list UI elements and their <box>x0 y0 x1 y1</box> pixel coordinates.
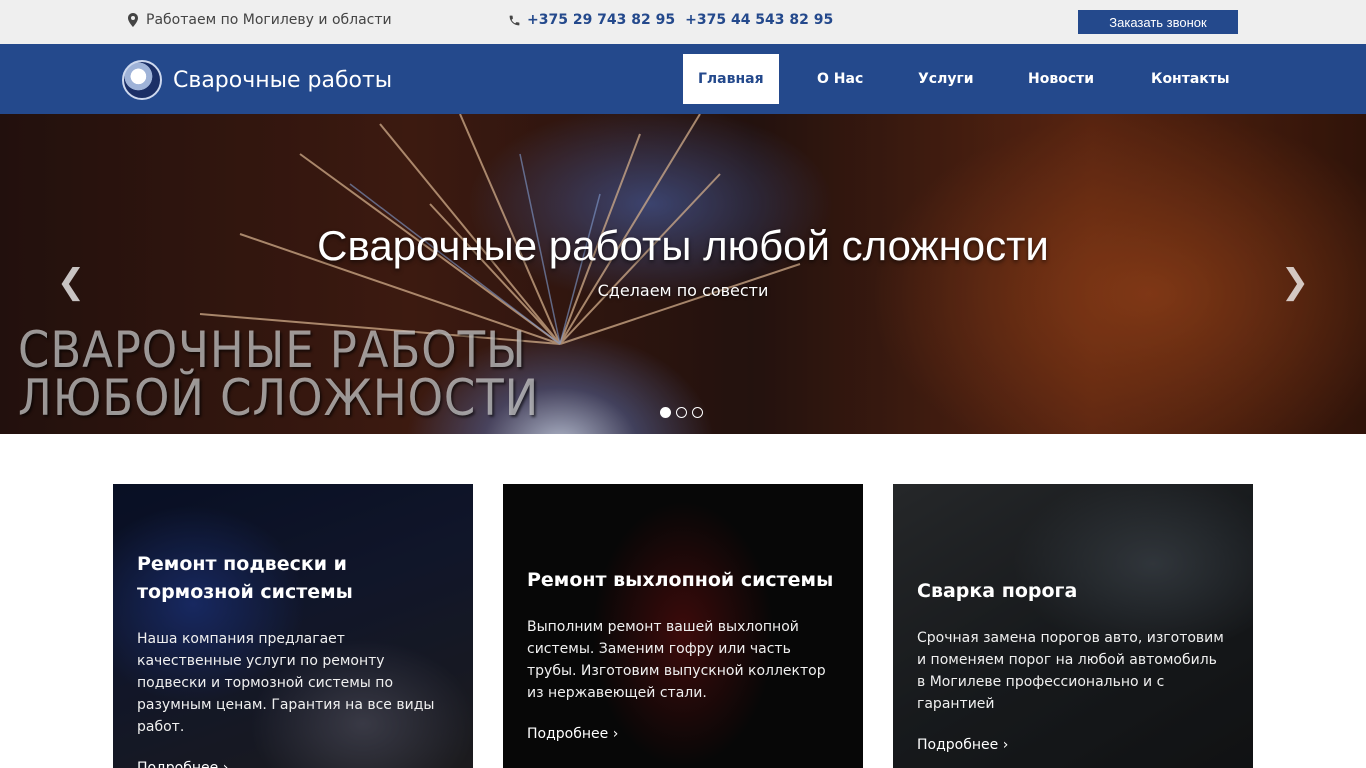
logo-text: Сварочные работы <box>173 67 393 93</box>
hero-image-caption: СВАРОЧНЫЕ РАБОТЫ ЛЮБОЙ СЛОЖНОСТИ <box>18 321 540 427</box>
card-text: Срочная замена порогов авто, изготовим и… <box>917 630 1224 712</box>
site-logo[interactable]: Сварочные работы <box>122 60 392 100</box>
top-bar: Работаем по Могилеву и области +375 29 7… <box>0 0 1366 44</box>
card-body: Ремонт выхлопной системы Выполним ремонт… <box>527 566 839 742</box>
slider-dot-2[interactable] <box>676 407 687 418</box>
main-navbar: Сварочные работы Главная О Нас Услуги Но… <box>0 44 1366 114</box>
slider-prev-arrow-icon[interactable]: ❮ <box>56 262 86 302</box>
service-card-exhaust: Ремонт выхлопной системы Выполним ремонт… <box>503 484 863 768</box>
hero-image-caption-line-1: СВАРОЧНЫЕ РАБОТЫ <box>18 321 527 379</box>
card-text: Выполним ремонт вашей выхлопной системы.… <box>527 619 826 701</box>
nav-item-news[interactable]: Новости <box>1013 54 1109 104</box>
welder-logo-icon <box>122 60 162 100</box>
phone-link-2[interactable]: +375 44 543 82 95 <box>685 12 833 28</box>
slider-next-arrow-icon[interactable]: ❯ <box>1280 262 1310 302</box>
nav-item-services[interactable]: Услуги <box>903 54 989 104</box>
hero-title: Сварочные работы любой сложности <box>317 222 1049 269</box>
hero-subtitle: Сделаем по совести <box>597 281 769 300</box>
nav-item-contacts[interactable]: Контакты <box>1136 54 1245 104</box>
hero-image-caption-line-2: ЛЮБОЙ СЛОЖНОСТИ <box>18 369 540 427</box>
slider-indicators <box>660 407 703 418</box>
slider-dot-1[interactable] <box>660 407 671 418</box>
map-pin-icon <box>128 13 138 27</box>
callback-button[interactable]: Заказать звонок <box>1078 10 1238 34</box>
card-more-link[interactable]: Подробнее › <box>917 737 1008 753</box>
card-body: Ремонт подвески и тормозной системы Наша… <box>137 550 449 768</box>
card-body: Сварка порога Срочная замена порогов авт… <box>917 577 1229 753</box>
card-title: Сварка порога <box>917 580 1078 602</box>
location-info: Работаем по Могилеву и области <box>128 12 392 28</box>
location-text: Работаем по Могилеву и области <box>146 12 392 28</box>
card-title: Ремонт выхлопной системы <box>527 569 834 591</box>
service-card-suspension: Ремонт подвески и тормозной системы Наша… <box>113 484 473 768</box>
hero-slider: СВАРОЧНЫЕ РАБОТЫ ЛЮБОЙ СЛОЖНОСТИ Сварочн… <box>0 114 1366 434</box>
card-more-link[interactable]: Подробнее › <box>137 760 228 768</box>
phone-link-1[interactable]: +375 29 743 82 95 <box>527 12 675 28</box>
service-card-threshold: Сварка порога Срочная замена порогов авт… <box>893 484 1253 768</box>
card-title: Ремонт подвески и тормозной системы <box>137 553 353 603</box>
card-more-link[interactable]: Подробнее › <box>527 726 618 742</box>
slider-dot-3[interactable] <box>692 407 703 418</box>
phone-icon <box>509 15 520 25</box>
nav-item-home[interactable]: Главная <box>683 54 779 104</box>
card-text: Наша компания предлагает качественные ус… <box>137 631 435 735</box>
phone-info: +375 29 743 82 95 +375 44 543 82 95 <box>508 12 833 28</box>
nav-item-about[interactable]: О Нас <box>802 54 878 104</box>
